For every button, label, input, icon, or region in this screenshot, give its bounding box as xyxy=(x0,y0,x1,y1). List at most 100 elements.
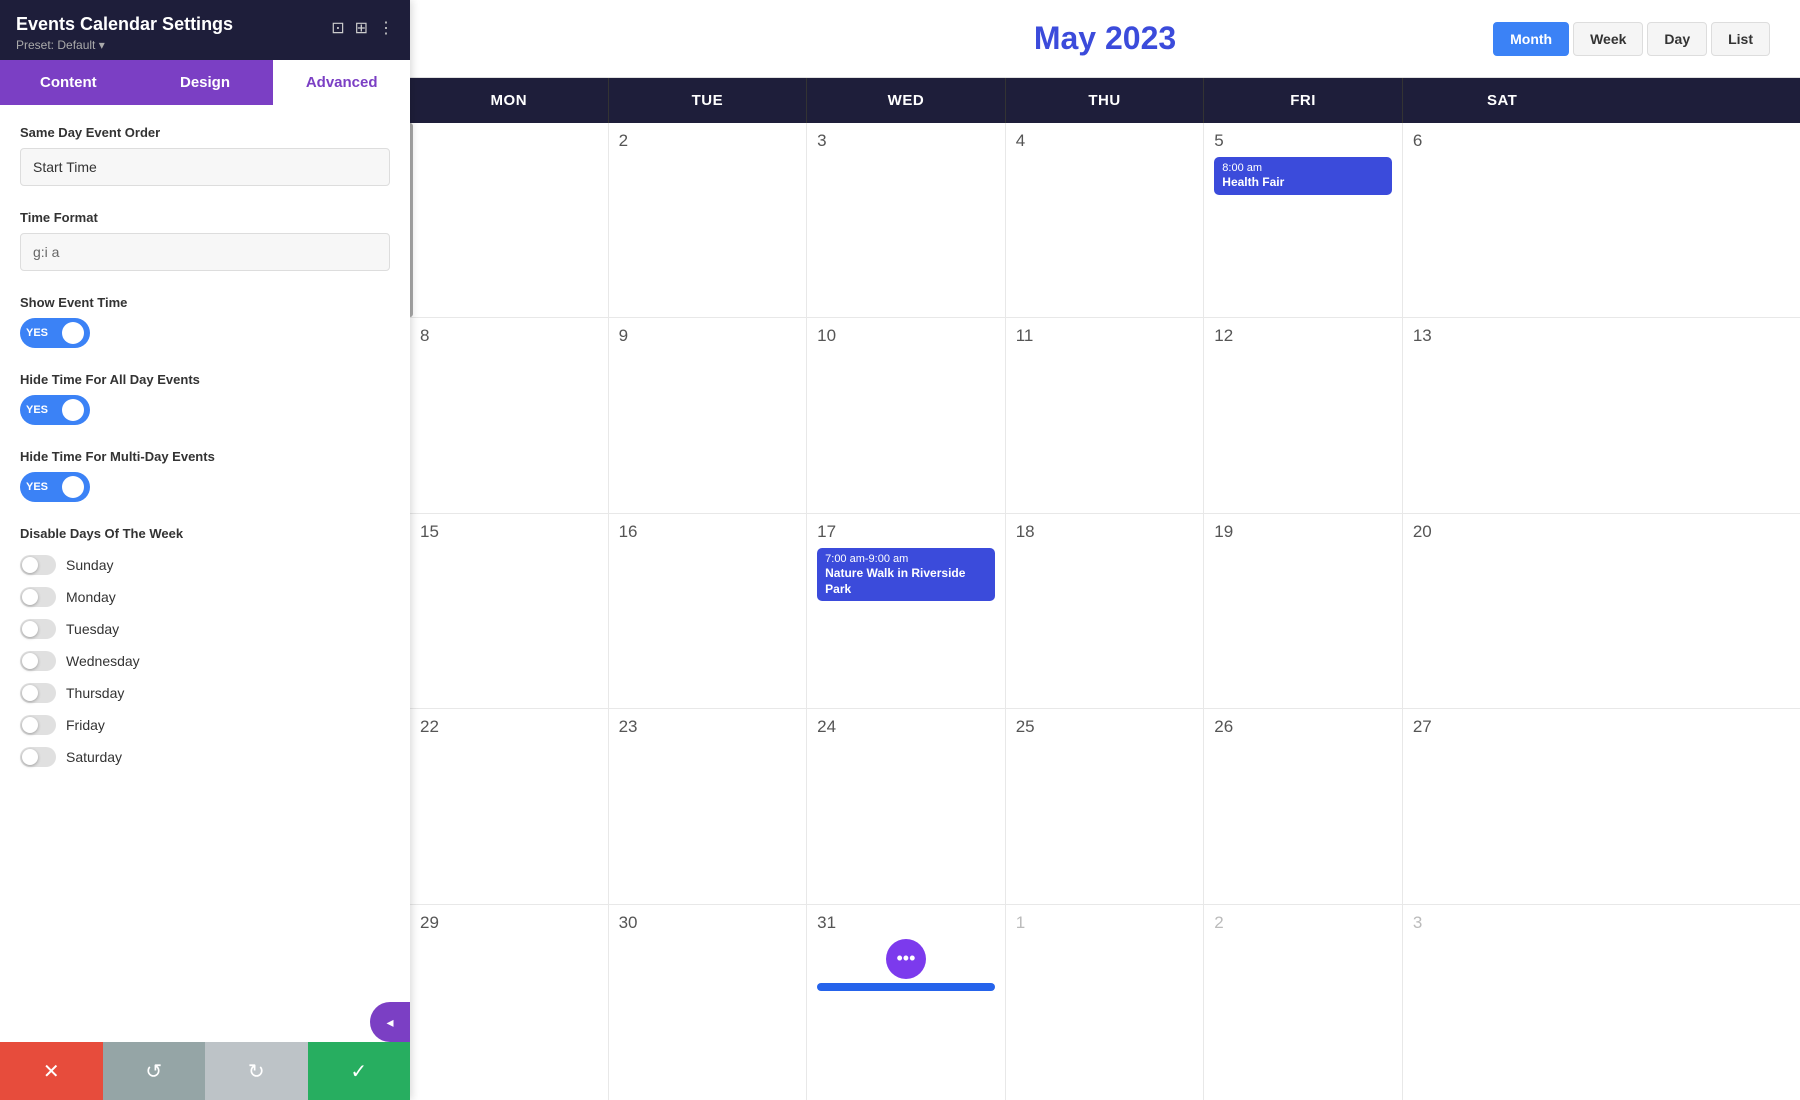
cal-day-jun-2[interactable]: 2 xyxy=(1204,905,1403,1100)
day-num: 10 xyxy=(817,326,995,346)
cal-day-6[interactable]: 6 xyxy=(1403,123,1602,317)
days-checkboxes: Sunday Monday Tuesday Wednesday Thursday xyxy=(20,549,390,773)
time-format-input[interactable] xyxy=(20,233,390,271)
hide-time-all-day-toggle[interactable]: YES xyxy=(20,395,90,425)
cal-day-jun-1[interactable]: 1 xyxy=(1006,905,1205,1100)
tuesday-toggle[interactable] xyxy=(20,619,56,639)
show-event-time-toggle[interactable]: YES xyxy=(20,318,90,348)
cal-day-11[interactable]: 11 xyxy=(1006,318,1205,512)
sunday-item: Sunday xyxy=(20,549,390,581)
panel-header: Events Calendar Settings Preset: Default… xyxy=(0,0,410,60)
cal-day-19[interactable]: 19 xyxy=(1204,514,1403,708)
cal-week-2: 8 9 10 11 12 13 xyxy=(410,318,1800,513)
tab-content[interactable]: Content xyxy=(0,60,137,105)
hide-time-all-day-label: Hide Time For All Day Events xyxy=(20,372,390,387)
day-num: 25 xyxy=(1016,717,1194,737)
save-button[interactable]: ✓ xyxy=(308,1042,411,1100)
friday-item: Friday xyxy=(20,709,390,741)
cal-day-30[interactable]: 30 xyxy=(609,905,808,1100)
day-header-fri: FRI xyxy=(1204,78,1403,123)
cal-day-9[interactable]: 9 xyxy=(609,318,808,512)
wednesday-toggle[interactable] xyxy=(20,651,56,671)
health-fair-event[interactable]: 8:00 am Health Fair xyxy=(1214,157,1392,195)
cancel-button[interactable]: ✕ xyxy=(0,1042,103,1100)
divider-bar xyxy=(410,123,413,317)
view-list-button[interactable]: List xyxy=(1711,22,1770,56)
cal-week-4: 22 23 24 25 26 27 xyxy=(410,709,1800,904)
cal-day-17[interactable]: 17 7:00 am-9:00 am Nature Walk in Rivers… xyxy=(807,514,1006,708)
day-num: 22 xyxy=(420,717,598,737)
cal-day-5[interactable]: 5 8:00 am Health Fair xyxy=(1204,123,1403,317)
view-month-button[interactable]: Month xyxy=(1493,22,1569,56)
tab-advanced[interactable]: Advanced xyxy=(273,60,410,105)
cal-day-25[interactable]: 25 xyxy=(1006,709,1205,903)
event-time: 8:00 am xyxy=(1222,161,1384,175)
nature-walk-event[interactable]: 7:00 am-9:00 am Nature Walk in Riverside… xyxy=(817,548,995,601)
cal-day-20[interactable]: 20 xyxy=(1403,514,1602,708)
friday-label: Friday xyxy=(66,717,105,733)
day-num: 19 xyxy=(1214,522,1392,542)
undo-icon: ↺ xyxy=(145,1059,162,1084)
hide-time-multi-day-toggle[interactable]: YES xyxy=(20,472,90,502)
same-day-select[interactable]: Start Time End Time Title xyxy=(20,148,390,186)
cal-day-29[interactable]: 29 xyxy=(410,905,609,1100)
toggle-circle-3 xyxy=(62,476,84,498)
cal-day-12[interactable]: 12 xyxy=(1204,318,1403,512)
day-num: 18 xyxy=(1016,522,1194,542)
layout-icon[interactable]: ⊞ xyxy=(355,18,368,38)
day-num: 17 xyxy=(817,522,995,542)
show-event-time-label: Show Event Time xyxy=(20,295,390,310)
cal-day-31[interactable]: 31 ••• xyxy=(807,905,1006,1100)
more-events-button[interactable]: ••• xyxy=(886,939,926,979)
disable-days-section: Disable Days Of The Week Sunday Monday T… xyxy=(20,526,390,773)
cal-day-jun-3[interactable]: 3 xyxy=(1403,905,1602,1100)
day-header-mon: MON xyxy=(410,78,609,123)
same-day-select-wrap: Start Time End Time Title xyxy=(20,148,390,186)
cal-day-1[interactable] xyxy=(410,123,609,317)
day-num: 30 xyxy=(619,913,797,933)
wednesday-item: Wednesday xyxy=(20,645,390,677)
cal-day-8[interactable]: 8 xyxy=(410,318,609,512)
day-header-thu: THU xyxy=(1006,78,1205,123)
day-num: 5 xyxy=(1214,131,1392,151)
may31-event[interactable] xyxy=(817,983,995,991)
day-num: 2 xyxy=(1214,913,1392,933)
cal-day-2[interactable]: 2 xyxy=(609,123,808,317)
event-name: Nature Walk in Riverside Park xyxy=(825,566,987,597)
cal-day-22[interactable]: 22 xyxy=(410,709,609,903)
cal-day-3[interactable]: 3 xyxy=(807,123,1006,317)
cal-day-23[interactable]: 23 xyxy=(609,709,808,903)
cal-day-24[interactable]: 24 xyxy=(807,709,1006,903)
cal-day-4[interactable]: 4 xyxy=(1006,123,1205,317)
day-header-wed: WED xyxy=(807,78,1006,123)
same-day-label: Same Day Event Order xyxy=(20,125,390,140)
cal-day-26[interactable]: 26 xyxy=(1204,709,1403,903)
cal-day-13[interactable]: 13 xyxy=(1403,318,1602,512)
day-num: 8 xyxy=(420,326,598,346)
bottom-bar: ✕ ↺ ↻ ✓ xyxy=(0,1042,410,1100)
cal-day-15[interactable]: 15 xyxy=(410,514,609,708)
view-day-button[interactable]: Day xyxy=(1647,22,1707,56)
day-num: 16 xyxy=(619,522,797,542)
save-icon: ✓ xyxy=(350,1059,367,1084)
cal-day-27[interactable]: 27 xyxy=(1403,709,1602,903)
time-format-section: Time Format xyxy=(20,210,390,271)
tab-design[interactable]: Design xyxy=(137,60,274,105)
undo-button[interactable]: ↺ xyxy=(103,1042,206,1100)
cal-day-10[interactable]: 10 xyxy=(807,318,1006,512)
saturday-toggle[interactable] xyxy=(20,747,56,767)
thursday-toggle[interactable] xyxy=(20,683,56,703)
cal-day-16[interactable]: 16 xyxy=(609,514,808,708)
collapse-panel-button[interactable]: ◂ xyxy=(370,1002,410,1042)
more-icon[interactable]: ⋮ xyxy=(378,18,394,38)
sunday-toggle[interactable] xyxy=(20,555,56,575)
calendar-grid: MON TUE WED THU FRI SAT 2 3 xyxy=(410,77,1800,1100)
friday-toggle[interactable] xyxy=(20,715,56,735)
dots-icon: ••• xyxy=(896,948,915,969)
minimize-icon[interactable]: ⊡ xyxy=(331,18,344,38)
view-week-button[interactable]: Week xyxy=(1573,22,1643,56)
cal-day-18[interactable]: 18 xyxy=(1006,514,1205,708)
day-num: 20 xyxy=(1413,522,1592,542)
monday-toggle[interactable] xyxy=(20,587,56,607)
redo-button[interactable]: ↻ xyxy=(205,1042,308,1100)
